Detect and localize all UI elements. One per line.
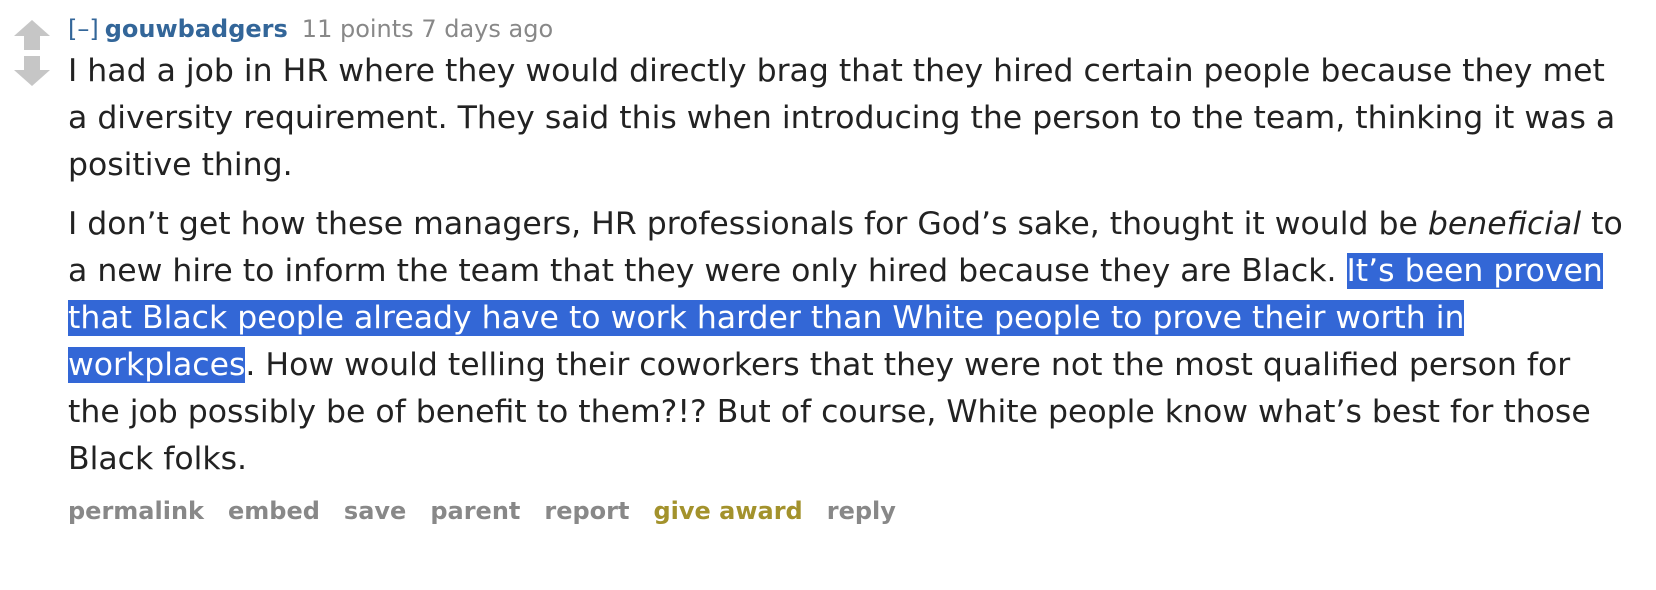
comment-action-bar: permalink embed save parent report give award… xyxy=(68,495,1628,527)
comment-timestamp: 7 days ago xyxy=(421,15,554,43)
comment-score: 11 points xyxy=(301,15,414,43)
parent-button[interactable]: parent xyxy=(430,497,520,525)
report-button[interactable]: report xyxy=(544,497,629,525)
emphasis-beneficial: beneficial xyxy=(1427,206,1582,242)
author-link[interactable]: gouwbadgers xyxy=(105,15,288,43)
comment-paragraph-1: I had a job in HR where they would direc… xyxy=(68,53,1616,183)
save-button[interactable]: save xyxy=(344,497,406,525)
embed-button[interactable]: embed xyxy=(228,497,320,525)
comment-tagline: [–] gouwbadgers 11 points 7 days ago xyxy=(68,10,1628,48)
comment-entry: [–] gouwbadgers 11 points 7 days ago I had… xyxy=(68,10,1628,527)
downvote-arrow-icon[interactable] xyxy=(12,54,52,90)
give-award-button[interactable]: give award xyxy=(653,497,802,525)
comment-body: I had a job in HR where they would direc… xyxy=(68,48,1628,483)
reply-button[interactable]: reply xyxy=(827,497,896,525)
vote-arrows xyxy=(12,18,52,90)
upvote-arrow-icon[interactable] xyxy=(12,18,52,54)
comment-paragraph-2: I don’t get how these managers, HR profe… xyxy=(68,201,1628,483)
comment: [–] gouwbadgers 11 points 7 days ago I had… xyxy=(0,0,1656,590)
permalink-button[interactable]: permalink xyxy=(68,497,204,525)
paragraph-2-text-c: . How would telling their coworkers that… xyxy=(68,347,1591,477)
paragraph-2-text-a: I don’t get how these managers, HR profe… xyxy=(68,206,1428,242)
collapse-toggle[interactable]: [–] xyxy=(68,15,99,43)
